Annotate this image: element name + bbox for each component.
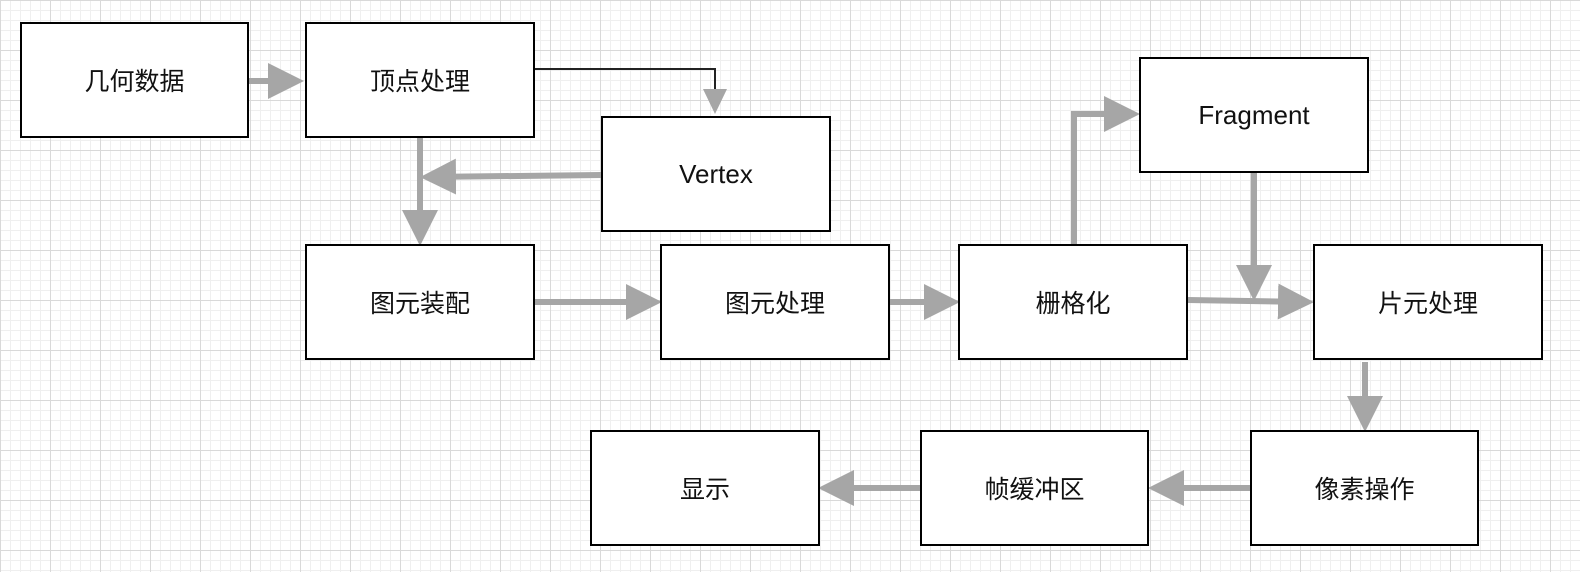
node-label: Fragment [1198, 99, 1310, 130]
node-label: 栅格化 [1035, 289, 1111, 318]
arrow-rasterization-to-fragment [1071, 96, 1140, 244]
node-label: 片元处理 [1377, 289, 1478, 318]
node-label: 顶点处理 [369, 67, 470, 96]
node-frame-buffer: 帧缓冲区 [920, 430, 1149, 546]
node-label: 图元处理 [724, 289, 825, 318]
node-primitive-processing: 图元处理 [660, 244, 890, 360]
node-geometry-data: 几何数据 [20, 22, 249, 138]
node-label: 图元装配 [369, 289, 470, 318]
node-label: Vertex [679, 158, 753, 189]
node-label: 像素操作 [1314, 475, 1415, 504]
arrow-rasterization-to-fragment-processing [1187, 283, 1314, 320]
node-rasterization: 栅格化 [958, 244, 1188, 360]
node-display: 显示 [590, 430, 820, 546]
node-pixel-operations: 像素操作 [1250, 430, 1479, 546]
node-label: 帧缓冲区 [984, 475, 1085, 504]
arrow-head-vertex [703, 89, 727, 114]
node-vertex-processing: 顶点处理 [305, 22, 535, 138]
node-fragment: Fragment [1139, 57, 1369, 173]
arrow-vertex-processing-to-vertex [535, 68, 716, 112]
arrow-vertex-to-processing-column [420, 158, 602, 195]
pipeline-diagram: 几何数据 顶点处理 Vertex 图元装配 图元处理 栅格化 Fragment … [0, 0, 1580, 572]
node-label: 显示 [679, 475, 730, 504]
node-label: 几何数据 [84, 67, 185, 96]
node-fragment-processing: 片元处理 [1313, 244, 1543, 360]
node-vertex: Vertex [601, 116, 831, 232]
node-primitive-assembly: 图元装配 [305, 244, 535, 360]
